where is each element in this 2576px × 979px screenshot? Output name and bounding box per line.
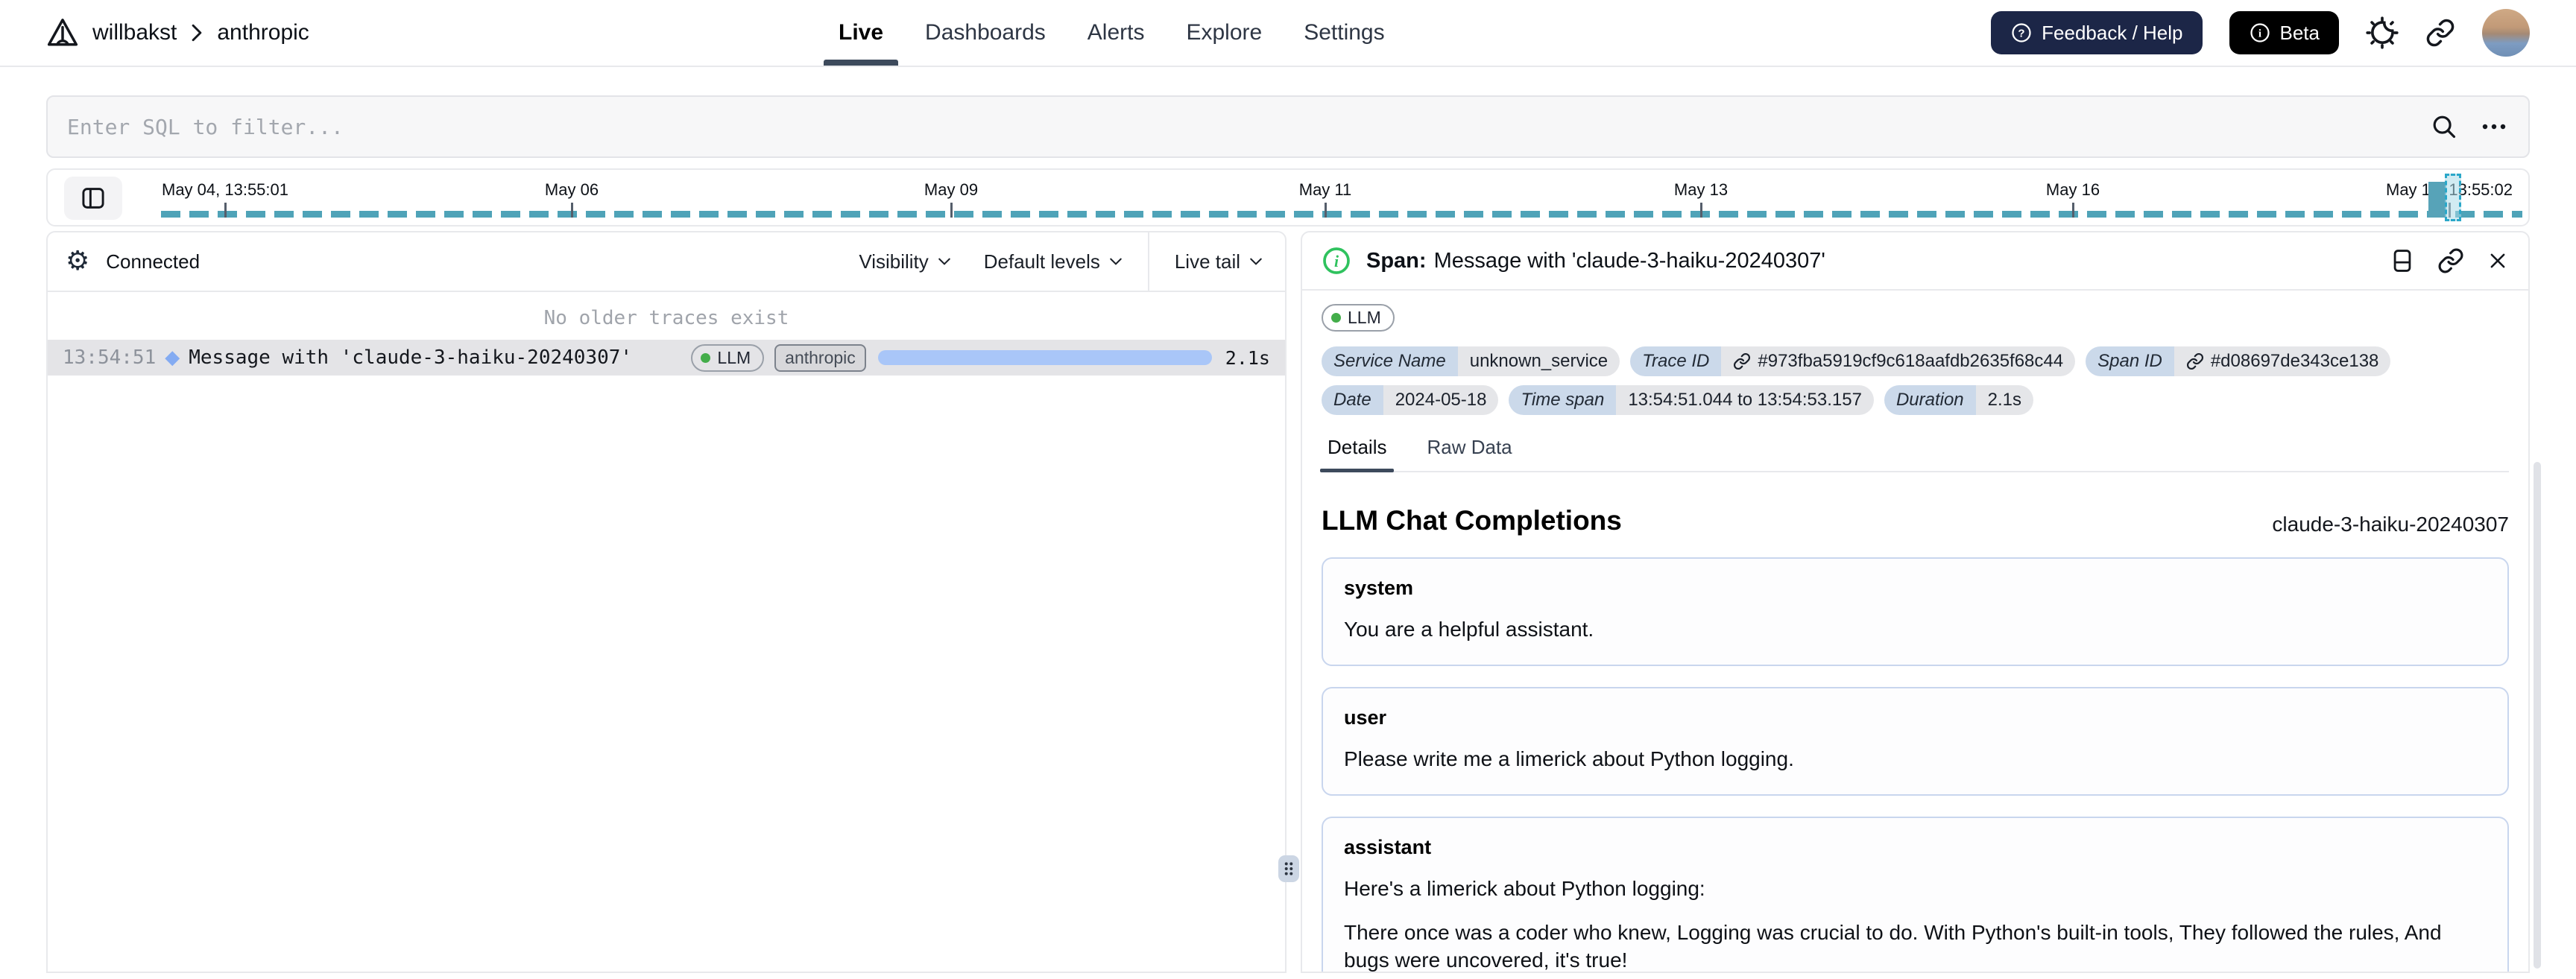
llm-tag-badge: LLM <box>1322 304 1395 332</box>
tab-raw-data[interactable]: Raw Data <box>1425 436 1513 471</box>
attr-trace-id: Trace ID #973fba5919cf9c618aafdb2635f68c… <box>1630 346 2076 376</box>
link-icon <box>1733 352 1751 370</box>
svg-text:i: i <box>2258 28 2261 40</box>
breadcrumb-chevron-icon <box>190 23 203 42</box>
timeline-histogram-bar <box>2428 182 2446 218</box>
span-panel-header: i Span: Message with 'claude-3-haiku-2024… <box>1302 232 2528 291</box>
message-text: Here's a limerick about Python logging: <box>1344 876 1705 900</box>
attr-date: Date 2024-05-18 <box>1322 385 1499 415</box>
header-actions: ? Feedback / Help i Beta <box>1991 9 2530 57</box>
svg-text:?: ? <box>2018 28 2025 40</box>
sql-filter-input[interactable] <box>67 114 2430 139</box>
traces-panel-header: ⚙ Connected Visibility Default levels Li… <box>48 232 1285 292</box>
close-icon[interactable] <box>2487 250 2509 272</box>
nav-tab-dashboards[interactable]: Dashboards <box>904 0 1067 66</box>
timeline-selection[interactable] <box>2445 174 2461 221</box>
tick-label: May 11 <box>1298 180 1352 199</box>
feedback-help-button[interactable]: ? Feedback / Help <box>1991 11 2203 54</box>
tick-label: May 09 <box>924 180 979 199</box>
more-options-icon[interactable] <box>2479 121 2509 133</box>
chevron-down-icon <box>938 257 951 266</box>
trace-time: 13:54:51 <box>63 346 157 369</box>
chevron-down-icon <box>1249 257 1263 266</box>
chevron-down-icon <box>1109 257 1123 266</box>
attr-span-id: Span ID #d08697de343ce138 <box>2086 346 2391 376</box>
live-tail-dropdown[interactable]: Live tail <box>1147 232 1267 291</box>
breadcrumb-project[interactable]: anthropic <box>217 20 309 45</box>
tick-label: May 04, 13:55:01 <box>161 180 289 199</box>
model-name: claude-3-haiku-20240307 <box>2272 513 2509 536</box>
message-text: There once was a coder who knew, Logging… <box>1344 920 2442 972</box>
tick-label: May 13 <box>1673 180 1729 199</box>
timeline-dashed-track <box>161 211 2522 218</box>
share-link-icon[interactable] <box>2425 18 2455 48</box>
span-details-panel: i Span: Message with 'claude-3-haiku-2024… <box>1301 231 2530 973</box>
scrollbar-thumb[interactable] <box>2534 462 2541 969</box>
span-title: Span: Message with 'claude-3-haiku-202403… <box>1366 248 1825 273</box>
green-dot-icon <box>701 352 711 363</box>
nav-tab-live[interactable]: Live <box>818 0 904 66</box>
timeline: May 04, 13:55:01 May 06 May 09 May 11 Ma… <box>46 168 2530 226</box>
connection-status: Connected <box>106 250 201 273</box>
info-circle-icon: i <box>2249 22 2271 44</box>
span-diamond-icon: ◆ <box>165 346 180 369</box>
nav-tab-settings[interactable]: Settings <box>1283 0 1405 66</box>
message-role: system <box>1344 577 1414 599</box>
split-panel-icon[interactable] <box>2390 248 2415 273</box>
breadcrumb-org[interactable]: willbakst <box>92 20 177 45</box>
attr-time-span: Time span 13:54:51.044 to 13:54:53.157 <box>1509 385 1874 415</box>
panel-resize-handle[interactable] <box>1278 855 1299 882</box>
beta-button[interactable]: i Beta <box>2229 11 2339 54</box>
theme-toggle-icon[interactable] <box>2366 16 2399 49</box>
span-tabs: Details Raw Data <box>1319 436 2509 472</box>
default-levels-label: Default levels <box>983 250 1100 273</box>
default-levels-dropdown[interactable]: Default levels <box>967 250 1139 273</box>
no-older-traces-message: No older traces exist <box>543 307 789 329</box>
trace-row[interactable]: 13:54:51 ◆ Message with 'claude-3-haiku-… <box>48 340 1285 376</box>
attr-service-name: Service Name unknown_service <box>1322 346 1620 376</box>
question-circle-icon: ? <box>2010 22 2033 44</box>
breadcrumb: willbakst anthropic <box>46 16 309 49</box>
trace-duration: 2.1s <box>1225 346 1270 369</box>
gear-icon[interactable]: ⚙ <box>66 248 89 275</box>
main-nav: Live Dashboards Alerts Explore Settings <box>818 0 1406 66</box>
visibility-label: Visibility <box>859 250 929 273</box>
message-text: You are a helpful assistant. <box>1344 618 1594 641</box>
section-title: LLM Chat Completions <box>1322 505 1622 536</box>
info-circle-icon: i <box>1322 246 1351 276</box>
logfire-logo-icon <box>46 16 79 49</box>
span-kind-label: Span: <box>1366 248 1427 273</box>
link-icon <box>2186 352 2204 370</box>
search-icon[interactable] <box>2430 113 2458 141</box>
traces-panel: ⚙ Connected Visibility Default levels Li… <box>46 231 1287 973</box>
sql-filter-bar <box>46 95 2530 158</box>
llm-tag-badge: LLM <box>691 343 765 372</box>
live-tail-label: Live tail <box>1174 250 1240 273</box>
message-card-system: system You are a helpful assistant. <box>1322 557 2509 666</box>
tick-label: May 16 <box>2045 180 2100 199</box>
beta-label: Beta <box>2279 21 2320 44</box>
visibility-dropdown[interactable]: Visibility <box>842 250 967 273</box>
nav-tab-alerts[interactable]: Alerts <box>1067 0 1166 66</box>
provider-tag-badge: anthropic <box>774 343 866 372</box>
feedback-help-label: Feedback / Help <box>2042 21 2183 44</box>
sidebar-toggle-button[interactable] <box>64 177 122 220</box>
svg-text:i: i <box>1334 253 1339 270</box>
span-duration-bar <box>877 350 1212 365</box>
message-card-assistant: assistant Here's a limerick about Python… <box>1322 816 2509 972</box>
trace-title: Message with 'claude-3-haiku-20240307' <box>189 346 633 369</box>
attr-duration: Duration 2.1s <box>1884 385 2034 415</box>
nav-tab-explore[interactable]: Explore <box>1165 0 1283 66</box>
span-attributes: Service Name unknown_service Trace ID #9… <box>1322 346 2509 415</box>
message-text: Please write me a limerick about Python … <box>1344 747 1794 770</box>
user-avatar[interactable] <box>2482 9 2530 57</box>
app-header: willbakst anthropic Live Dashboards Aler… <box>0 0 2576 67</box>
message-role: assistant <box>1344 835 1432 858</box>
tick-label: May 06 <box>544 180 599 199</box>
green-dot-icon <box>1331 313 1341 323</box>
message-card-user: user Please write me a limerick about Py… <box>1322 686 2509 796</box>
message-role: user <box>1344 706 1387 729</box>
copy-link-icon[interactable] <box>2437 247 2464 274</box>
tab-details[interactable]: Details <box>1319 436 1395 472</box>
